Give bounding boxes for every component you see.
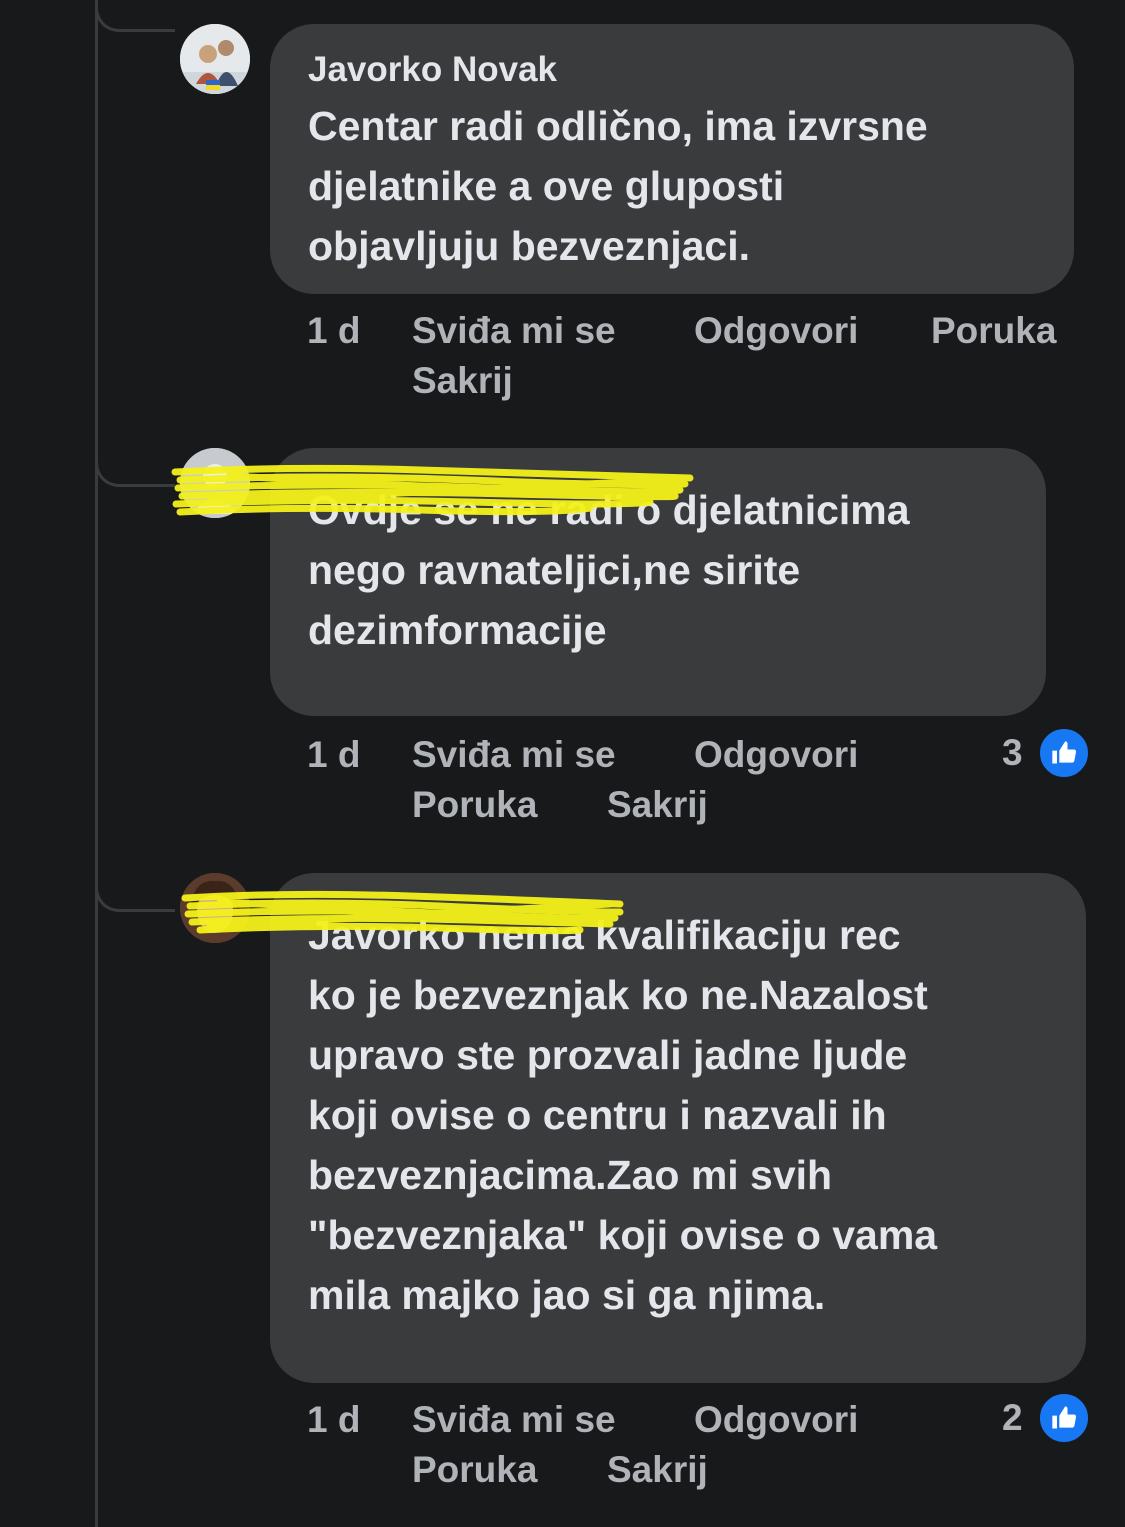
comment-bubble: Javorko Novak Centar radi odlično, ima i… (270, 24, 1074, 294)
comment-text-line: Ovdje se ne radi o djelatnicima (308, 487, 910, 533)
hide-button[interactable]: Sakrij (412, 356, 513, 406)
message-button[interactable]: Poruka (931, 306, 1056, 356)
hide-button[interactable]: Sakrij (607, 780, 708, 830)
comment-text-line: nego ravnateljici,ne sirite (308, 547, 801, 593)
comment-text: Centar radi odlično, ima izvrsne djelatn… (308, 96, 1038, 276)
reaction-count: 2 (1002, 1397, 1023, 1438)
hide-button[interactable]: Sakrij (607, 1445, 708, 1495)
comment-thread: Javorko Novak Centar radi odlično, ima i… (0, 0, 1125, 1527)
avatar[interactable] (180, 24, 250, 94)
avatar[interactable] (180, 448, 250, 518)
comment-time[interactable]: 1 d (307, 306, 360, 356)
comment-text-line: Javorko nema kvalifikaciju rec (308, 912, 901, 958)
like-button[interactable]: Sviđa mi se (412, 730, 616, 780)
comment-text: Ovdje se ne radi o djelatnicima nego rav… (308, 480, 1010, 660)
reply-button[interactable]: Odgovori (694, 1395, 858, 1445)
comment-text-line: bezveznjacima.Zao mi svih (308, 1152, 833, 1198)
comment-bubble: Javorko nema kvalifikaciju rec ko je bez… (270, 873, 1086, 1383)
like-button[interactable]: Sviđa mi se (412, 1395, 616, 1445)
avatar[interactable] (180, 873, 250, 943)
avatar-photo (180, 873, 250, 943)
thread-connector (95, 880, 175, 912)
thumbs-up-icon (1036, 726, 1091, 780)
comment-time[interactable]: 1 d (307, 1395, 360, 1445)
comment-time[interactable]: 1 d (307, 730, 360, 780)
comment-bubble: Ovdje se ne radi o djelatnicima nego rav… (270, 448, 1046, 716)
comment-text-line: "bezveznjaka" koji ovise o vama (308, 1212, 938, 1258)
comment-text-line: ko je bezveznjak ko ne.Nazalost (308, 972, 928, 1018)
comment-text-line: objavljuju bezveznjaci. (308, 223, 751, 269)
reaction-summary[interactable]: 2 (1002, 1391, 1091, 1445)
default-avatar-icon (180, 448, 250, 518)
thread-connector (95, 455, 175, 487)
thumbs-up-icon (1036, 1391, 1091, 1445)
comment-author[interactable]: Javorko Novak (308, 50, 1038, 90)
thread-connector (95, 0, 175, 32)
reply-button[interactable]: Odgovori (694, 306, 858, 356)
comment-text-line: mila majko jao si ga njima. (308, 1272, 826, 1318)
avatar-photo (180, 24, 250, 94)
message-button[interactable]: Poruka (412, 780, 537, 830)
comment-text-line: dezimformacije (308, 607, 607, 653)
reaction-summary[interactable]: 3 (1002, 726, 1091, 780)
comment-text-line: Centar radi odlično, ima izvrsne (308, 103, 928, 149)
reaction-count: 3 (1002, 732, 1023, 773)
reply-button[interactable]: Odgovori (694, 730, 858, 780)
comment-text-line: djelatnike a ove gluposti (308, 163, 785, 209)
thread-line (95, 0, 98, 1527)
comment-text-line: koji ovise o centru i nazvali ih (308, 1092, 887, 1138)
comment-text-line: upravo ste prozvali jadne ljude (308, 1032, 908, 1078)
comment-text: Javorko nema kvalifikaciju rec ko je bez… (308, 905, 1050, 1325)
like-button[interactable]: Sviđa mi se (412, 306, 616, 356)
message-button[interactable]: Poruka (412, 1445, 537, 1495)
